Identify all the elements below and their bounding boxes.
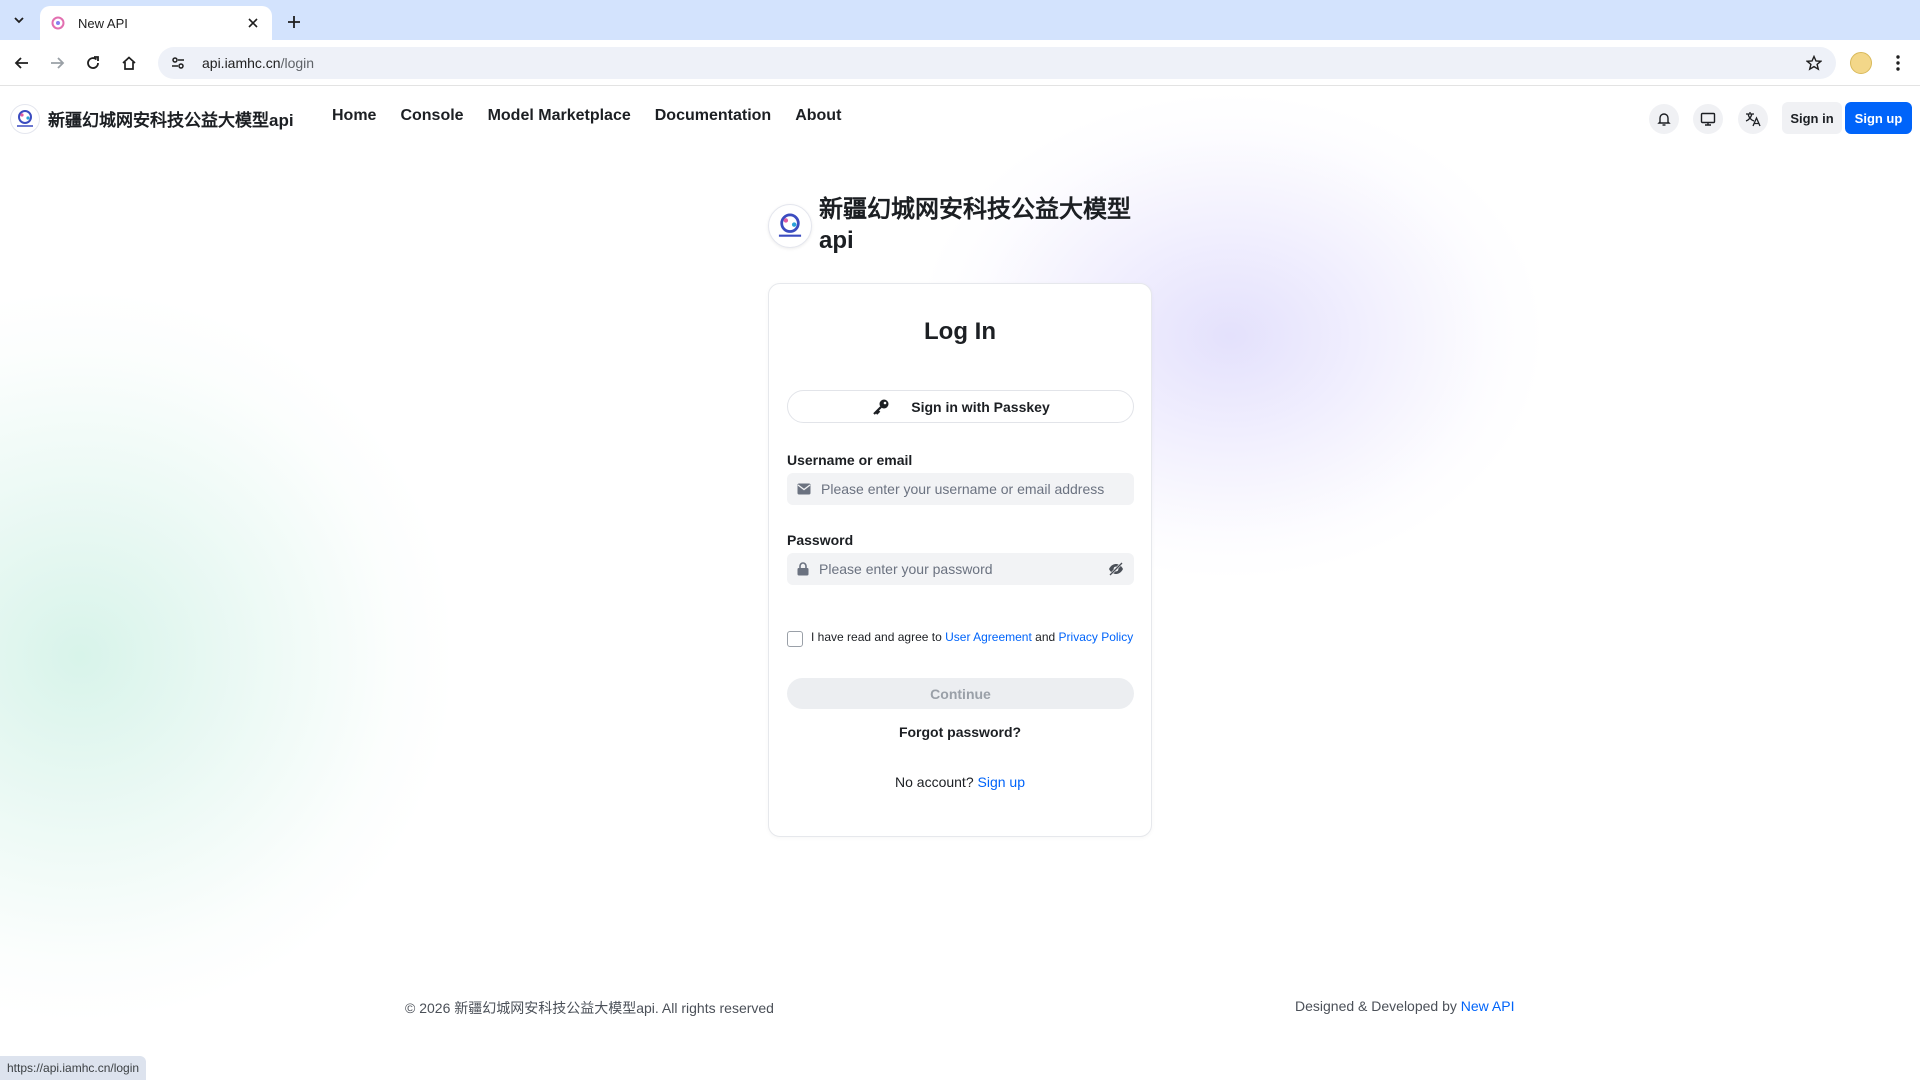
- new-api-link[interactable]: New API: [1461, 998, 1515, 1014]
- browser-toolbar: api.iamhc.cn/login: [0, 40, 1920, 86]
- terms-agreement: I have read and agree to User Agreement …: [787, 629, 1134, 647]
- site-settings-button[interactable]: [162, 47, 194, 79]
- password-label: Password: [787, 532, 854, 548]
- forgot-password-link[interactable]: Forgot password?: [769, 724, 1151, 740]
- passkey-signin-button[interactable]: Sign in with Passkey: [787, 390, 1134, 423]
- privacy-policy-link[interactable]: Privacy Policy: [1059, 630, 1134, 644]
- browser-tab[interactable]: New API: [40, 6, 272, 40]
- back-icon: [14, 57, 28, 69]
- lock-icon: [797, 562, 809, 576]
- nav-signup-button[interactable]: Sign up: [1845, 102, 1912, 134]
- logo-icon: [778, 213, 802, 237]
- tab-search-button[interactable]: [6, 8, 32, 32]
- login-title: Log In: [924, 318, 996, 345]
- notifications-button[interactable]: [1649, 104, 1679, 134]
- address-bar[interactable]: api.iamhc.cn/login: [158, 47, 1836, 79]
- hero-title: 新疆幻城网安科技公益大模型api: [819, 196, 1131, 254]
- key-icon: [873, 399, 889, 415]
- page-content: 新疆幻城网安科技公益大模型api Home Console Model Mark…: [0, 86, 1920, 1080]
- forward-icon: [51, 57, 65, 69]
- nav-model-marketplace[interactable]: Model Marketplace: [488, 107, 631, 125]
- brand-logo[interactable]: [10, 104, 40, 134]
- theme-toggle-button[interactable]: [1693, 104, 1723, 134]
- forward-button[interactable]: [43, 49, 71, 77]
- home-icon: [122, 56, 136, 70]
- login-card: Log In Sign in with Passkey Username or …: [768, 283, 1152, 837]
- nav-about[interactable]: About: [795, 107, 841, 125]
- plus-icon: [288, 16, 300, 28]
- site-navbar: 新疆幻城网安科技公益大模型api Home Console Model Mark…: [0, 86, 1920, 150]
- terms-text: I have read and agree to User Agreement …: [811, 629, 1133, 647]
- kebab-menu-icon: [1896, 55, 1900, 71]
- reload-icon: [87, 56, 99, 69]
- reload-button[interactable]: [79, 49, 107, 77]
- terms-and: and: [1031, 630, 1059, 644]
- logo-icon: [17, 110, 33, 127]
- browser-tabstrip: New API: [0, 0, 1920, 40]
- tab-title: New API: [78, 15, 128, 31]
- browser-menu-button[interactable]: [1884, 49, 1912, 77]
- terms-prefix: I have read and agree to: [811, 630, 946, 644]
- home-button[interactable]: [115, 49, 143, 77]
- bell-icon: [1657, 113, 1671, 126]
- profile-avatar[interactable]: [1850, 52, 1872, 74]
- username-input[interactable]: Please enter your username or email addr…: [787, 473, 1134, 505]
- tab-close-button[interactable]: [244, 14, 262, 32]
- nav-home[interactable]: Home: [332, 107, 376, 125]
- url-text: api.iamhc.cn/login: [202, 55, 1798, 71]
- eye-off-icon[interactable]: [1108, 562, 1124, 576]
- url-path: /login: [280, 55, 315, 71]
- no-account-row: No account? Sign up: [769, 774, 1151, 790]
- language-button[interactable]: [1738, 104, 1768, 134]
- no-account-text: No account?: [895, 774, 978, 790]
- username-label: Username or email: [787, 452, 913, 468]
- back-button[interactable]: [8, 49, 36, 77]
- url-host: api.iamhc.cn: [202, 55, 281, 71]
- user-agreement-link[interactable]: User Agreement: [945, 630, 1032, 644]
- password-input[interactable]: Please enter your password: [787, 553, 1134, 585]
- nav-documentation[interactable]: Documentation: [655, 107, 771, 125]
- password-placeholder: Please enter your password: [819, 561, 993, 577]
- footer-copyright: © 2026 新疆幻城网安科技公益大模型api. All rights rese…: [405, 1000, 774, 1016]
- translate-icon: [1745, 112, 1761, 127]
- footer-credit: Designed & Developed by New API: [1295, 998, 1514, 1014]
- tab-search-icon: [14, 17, 24, 24]
- nav-signin-button[interactable]: Sign in: [1782, 102, 1842, 134]
- footer-designed-text: Designed & Developed by: [1295, 998, 1461, 1014]
- site-settings-icon: [172, 57, 184, 69]
- bookmark-button[interactable]: [1798, 47, 1830, 79]
- passkey-label: Sign in with Passkey: [911, 398, 1050, 415]
- star-icon: [1806, 55, 1822, 71]
- brand-name[interactable]: 新疆幻城网安科技公益大模型api: [48, 106, 294, 131]
- favicon-icon: [51, 16, 65, 30]
- continue-button[interactable]: Continue: [787, 678, 1134, 709]
- main-nav: Home Console Model Marketplace Documenta…: [332, 107, 841, 125]
- signup-link[interactable]: Sign up: [978, 774, 1025, 790]
- new-tab-button[interactable]: [282, 10, 306, 34]
- mail-icon: [797, 483, 811, 495]
- username-placeholder: Please enter your username or email addr…: [821, 481, 1105, 497]
- hero-logo: [768, 204, 812, 248]
- close-icon: [248, 18, 258, 28]
- status-bar-url: https://api.iamhc.cn/login: [0, 1056, 147, 1080]
- terms-checkbox[interactable]: [787, 631, 803, 647]
- monitor-icon: [1700, 112, 1716, 126]
- background-glow-green: [0, 286, 460, 1026]
- nav-console[interactable]: Console: [400, 107, 463, 125]
